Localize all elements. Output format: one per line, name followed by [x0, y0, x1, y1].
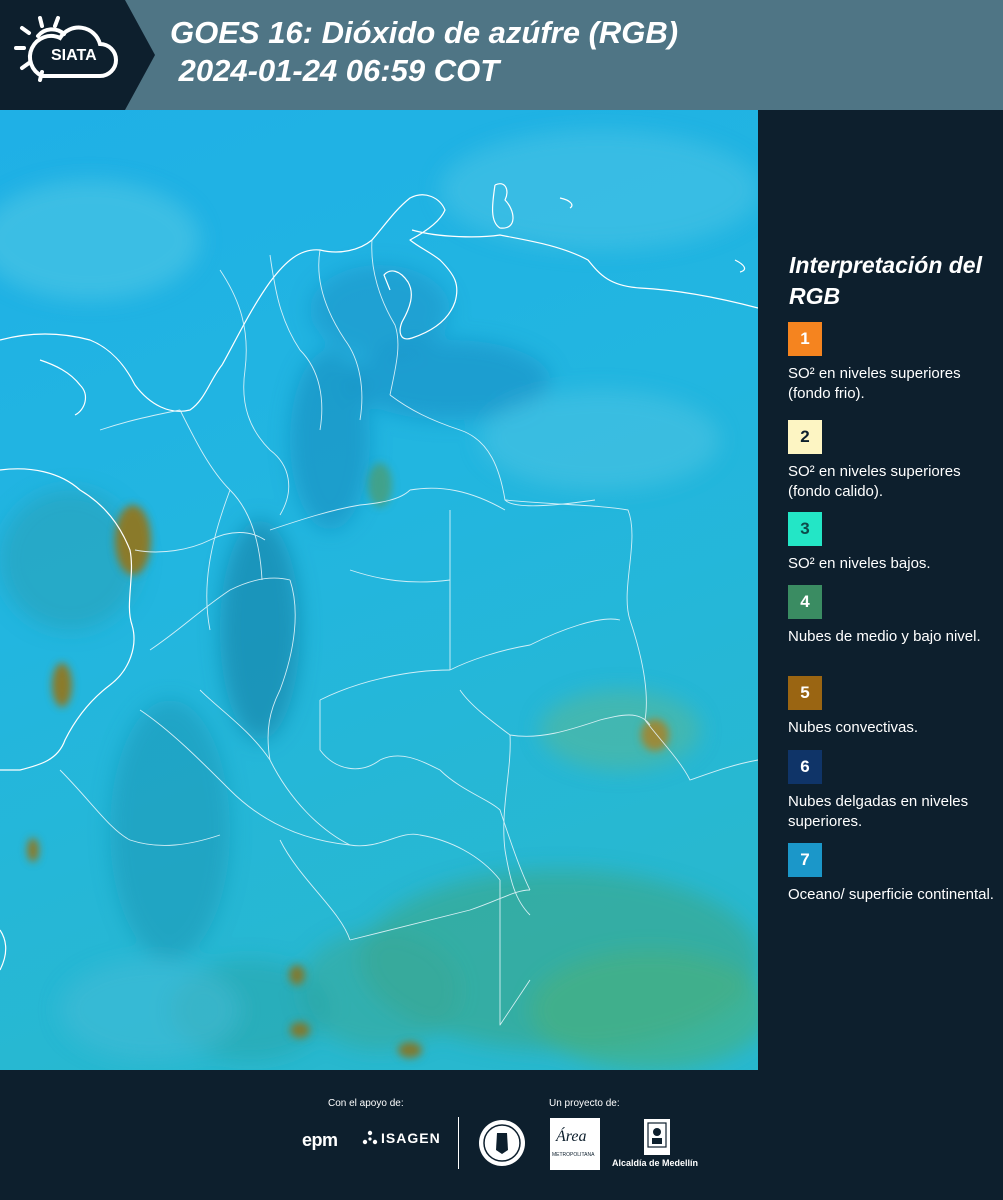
- epm-logo: epm: [302, 1130, 338, 1150]
- isagen-logo: ISAGEN: [362, 1130, 441, 1146]
- legend-title: Interpretación del RGB: [789, 252, 982, 309]
- legend-swatch-6: 6: [788, 750, 822, 784]
- legend-swatch-4: 4: [788, 585, 822, 619]
- svg-text:SIATA: SIATA: [51, 47, 97, 64]
- title-line-product: GOES 16: Dióxido de azúfre (RGB): [170, 15, 679, 50]
- header-bar: SIATA GOES 16: Dióxido de azúfre (RGB) 2…: [0, 0, 1003, 110]
- legend-swatch-7: 7: [788, 843, 822, 877]
- footer: Con el apoyo de: Un proyecto de: epm ISA…: [0, 1070, 1003, 1200]
- project-label: Un proyecto de:: [549, 1098, 620, 1109]
- footer-divider: [458, 1117, 459, 1169]
- legend-item-4: 4 Nubes de medio y bajo nivel.: [788, 585, 998, 647]
- legend-item-3: 3 SO² en niveles bajos.: [788, 512, 998, 574]
- alcaldia-label: Alcaldía de Medellín: [612, 1158, 699, 1168]
- legend-label-3: SO² en niveles bajos.: [788, 555, 931, 572]
- legend-item-2: 2 SO² en niveles superiores (fondo calid…: [788, 420, 998, 502]
- isagen-text: ISAGEN: [381, 1130, 441, 1146]
- title-line-datetime: 2024-01-24 06:59 COT: [170, 53, 500, 88]
- legend-item-6: 6 Nubes delgadas en niveles superiores.: [788, 750, 998, 832]
- map-canvas: [0, 110, 758, 1070]
- legend-item-5: 5 Nubes convectivas.: [788, 676, 998, 738]
- legend-label-4: Nubes de medio y bajo nivel.: [788, 628, 981, 645]
- area-logo-subtext: METROPOLITANA: [552, 1152, 595, 1158]
- legend-swatch-1: 1: [788, 322, 822, 356]
- page-title: GOES 16: Dióxido de azúfre (RGB) 2024-01…: [170, 14, 678, 90]
- area-logo-text: Área: [556, 1128, 587, 1145]
- legend-item-7: 7 Oceano/ superficie continental.: [788, 843, 998, 905]
- support-label: Con el apoyo de:: [328, 1098, 404, 1109]
- legend-label-6: Nubes delgadas en niveles superiores.: [788, 793, 969, 830]
- isagen-mark-icon: [362, 1130, 378, 1145]
- legend-swatch-5: 5: [788, 676, 822, 710]
- legend-item-1: 1 SO² en niveles superiores (fondo frio)…: [788, 322, 998, 404]
- legend-swatch-3: 3: [788, 512, 822, 546]
- medellin-shield-icon: [644, 1119, 670, 1155]
- legend-panel: Interpretación del RGB 1 SO² en niveles …: [758, 110, 1003, 1070]
- legend-label-2: SO² en niveles superiores (fondo calido)…: [788, 463, 961, 500]
- legend-swatch-2: 2: [788, 420, 822, 454]
- legend-label-1: SO² en niveles superiores (fondo frio).: [788, 365, 961, 402]
- legend-label-7: Oceano/ superficie continental.: [788, 886, 994, 903]
- unal-seal-icon: [479, 1120, 525, 1166]
- satellite-map: [0, 110, 758, 1070]
- area-metropolitana-logo: Área METROPOLITANA: [550, 1118, 600, 1170]
- sun-cloud-icon: SIATA: [14, 16, 118, 82]
- legend-label-5: Nubes convectivas.: [788, 719, 919, 736]
- siata-logo: SIATA: [0, 0, 155, 110]
